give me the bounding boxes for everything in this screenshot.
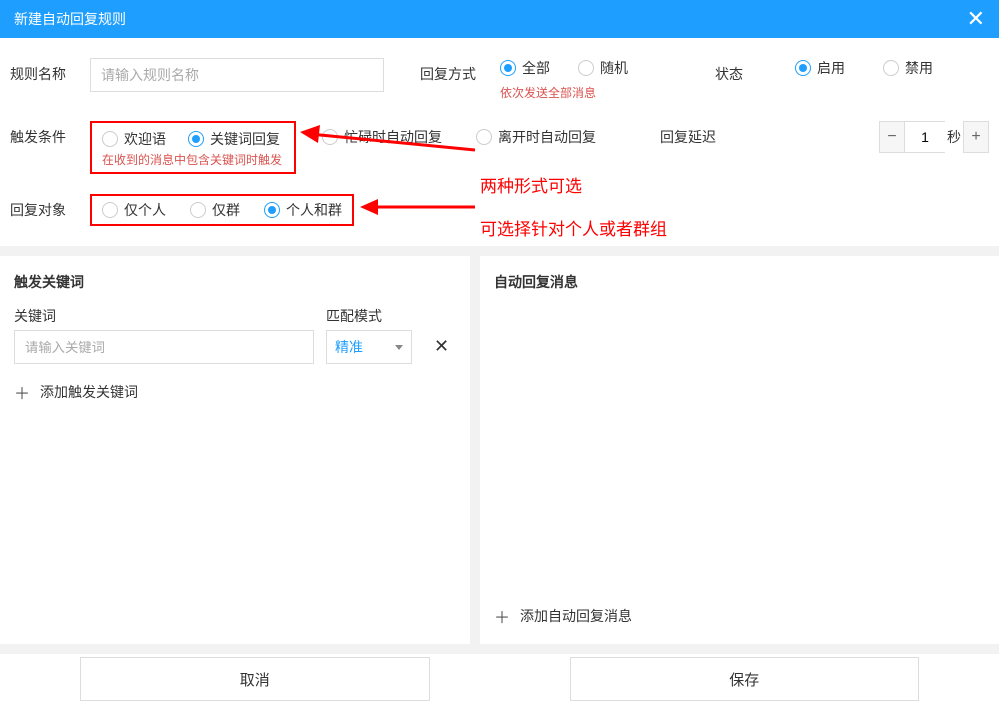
remove-keyword-icon[interactable]: ✕	[434, 336, 449, 357]
method-label: 回复方式	[420, 58, 500, 84]
delay-minus-button[interactable]: −	[879, 121, 905, 153]
radio-status-off[interactable]: 禁用	[883, 58, 933, 78]
radio-trigger-busy[interactable]: 忙碌时自动回复	[322, 127, 442, 147]
delay-unit: 秒	[947, 127, 961, 147]
trigger-highlight-box: 欢迎语 关键词回复 在收到的消息中包含关键词时触发	[90, 121, 296, 174]
dialog-header: 新建自动回复规则 ✕	[0, 0, 999, 38]
radio-target-both[interactable]: 个人和群	[264, 200, 342, 220]
method-controls: 全部 随机 依次发送全部消息	[500, 58, 715, 101]
status-controls: 启用 禁用	[795, 58, 933, 78]
keyword-input[interactable]	[14, 330, 314, 364]
footer: 取消 保存	[0, 644, 999, 704]
split-area: 触发关键词 关键词 匹配模式 精准 ✕ ＋ 添加触发关键词 自动回复消息 ＋ 添…	[0, 246, 999, 644]
radio-method-all[interactable]: 全部	[500, 58, 550, 78]
close-icon[interactable]: ✕	[967, 6, 985, 32]
radio-trigger-welcome[interactable]: 欢迎语	[102, 129, 166, 149]
mode-label: 匹配模式	[326, 306, 412, 326]
radio-method-random[interactable]: 随机	[578, 58, 628, 78]
radio-trigger-keyword[interactable]: 关键词回复	[188, 129, 280, 149]
radio-target-group[interactable]: 仅群	[190, 200, 240, 220]
target-highlight-box: 仅个人 仅群 个人和群	[90, 194, 354, 226]
right-pane: 自动回复消息 ＋ 添加自动回复消息	[480, 256, 999, 644]
trigger-hint: 在收到的消息中包含关键词时触发	[102, 151, 282, 168]
radio-target-person[interactable]: 仅个人	[102, 200, 166, 220]
rule-name-label: 规则名称	[10, 58, 90, 84]
delay-controls: − 秒 +	[879, 121, 999, 153]
add-message-button[interactable]: ＋ 添加自动回复消息	[494, 604, 985, 628]
row-1: 规则名称 回复方式 全部 随机 依次发送全部消息 状态 启用 禁用	[10, 48, 999, 111]
right-pane-title: 自动回复消息	[494, 272, 985, 292]
dialog-title: 新建自动回复规则	[14, 9, 126, 29]
mode-select[interactable]: 精准	[326, 330, 412, 364]
keyword-row: 关键词 匹配模式 精准 ✕	[14, 306, 456, 364]
trigger-extra: 忙碌时自动回复 离开时自动回复	[322, 121, 596, 147]
method-hint: 依次发送全部消息	[500, 84, 715, 101]
plus-icon: ＋	[14, 380, 30, 404]
add-keyword-button[interactable]: ＋ 添加触发关键词	[14, 380, 456, 404]
annotation-text-2: 可选择针对个人或者群组	[480, 215, 667, 240]
left-pane: 触发关键词 关键词 匹配模式 精准 ✕ ＋ 添加触发关键词	[0, 256, 480, 644]
status-label: 状态	[715, 58, 795, 84]
cancel-button[interactable]: 取消	[80, 657, 430, 701]
radio-status-on[interactable]: 启用	[795, 58, 845, 78]
delay-plus-button[interactable]: +	[963, 121, 989, 153]
keyword-label: 关键词	[14, 306, 314, 326]
annotation-text-1: 两种形式可选	[480, 172, 582, 197]
rule-name-input[interactable]	[90, 58, 384, 92]
left-pane-title: 触发关键词	[14, 272, 456, 292]
radio-trigger-away[interactable]: 离开时自动回复	[476, 127, 596, 147]
delay-input[interactable]	[905, 121, 945, 153]
trigger-label: 触发条件	[10, 121, 90, 147]
save-button[interactable]: 保存	[570, 657, 920, 701]
target-label: 回复对象	[10, 194, 90, 220]
plus-icon: ＋	[494, 604, 510, 628]
delay-label: 回复延迟	[660, 121, 740, 147]
